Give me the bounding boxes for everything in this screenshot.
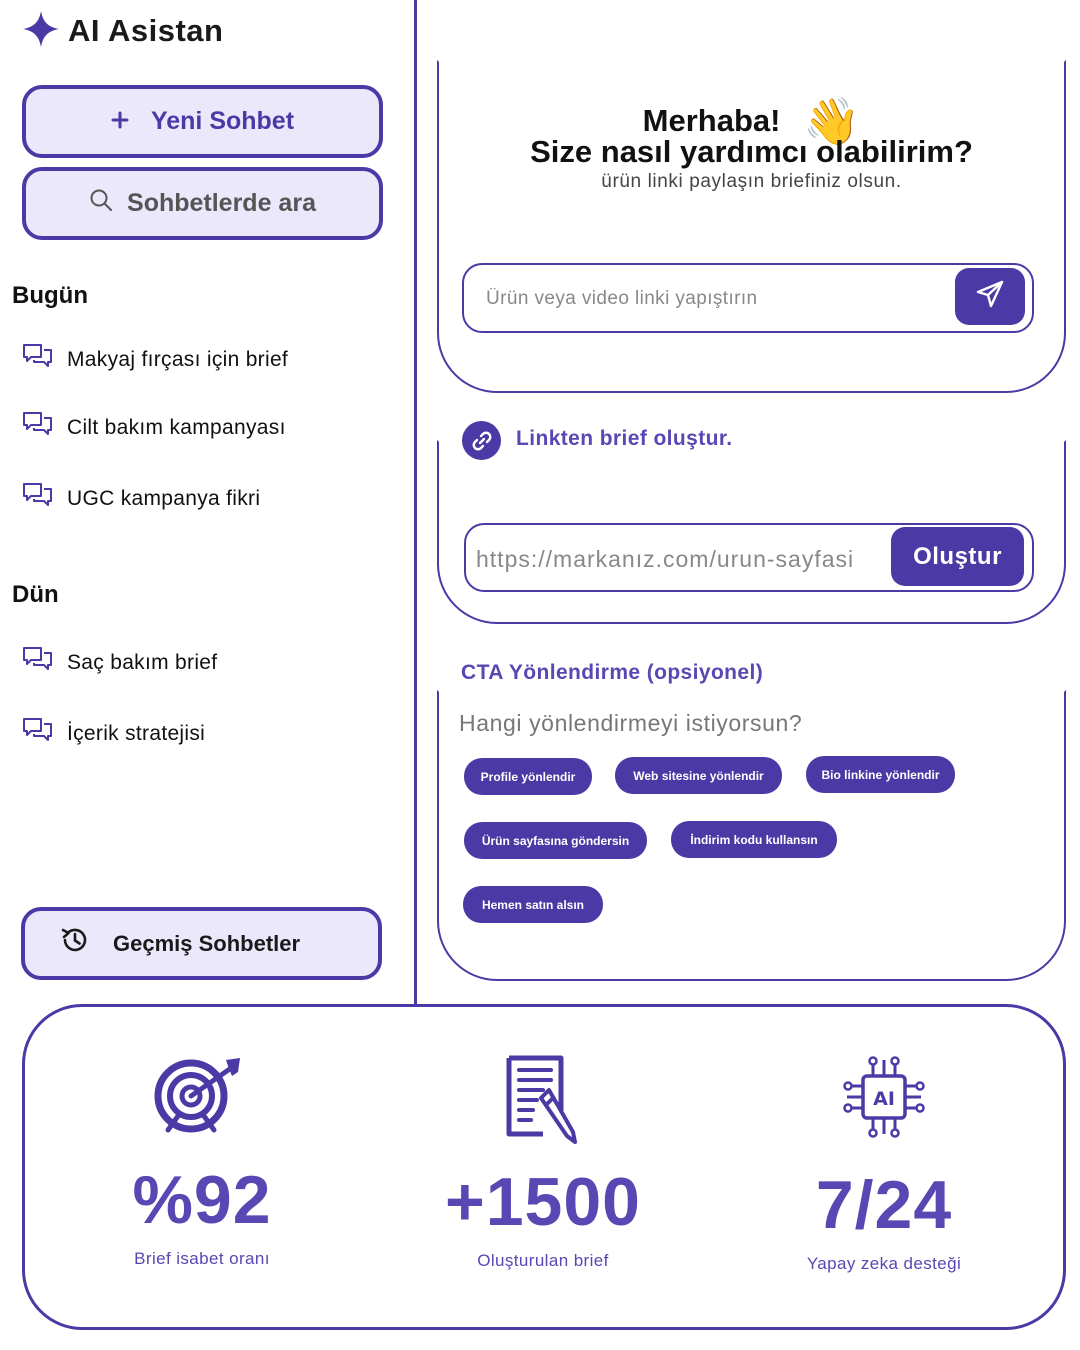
brief-from-link-title: Linkten brief oluştur. — [516, 427, 733, 450]
chat-item[interactable]: UGC kampanya fikri — [22, 481, 260, 517]
stat-support: AI 7/24 Yapay zeka desteği — [714, 1054, 1054, 1274]
target-icon — [32, 1054, 372, 1140]
plus-icon — [111, 107, 129, 136]
ai-chip-icon: AI — [714, 1054, 1054, 1140]
stat-label: Yapay zeka desteği — [806, 1254, 962, 1273]
url-input[interactable] — [476, 539, 894, 579]
greeting-subtitle: ürün linki paylaşın briefiniz olsun. — [601, 171, 902, 192]
link-icon — [462, 421, 501, 460]
cta-option-profile[interactable]: Profile yönlendir — [464, 758, 592, 795]
chat-item-label: Saç bakım brief — [67, 651, 218, 674]
send-icon — [975, 279, 1005, 314]
send-button[interactable] — [955, 268, 1025, 325]
app-logo: AI Asistan — [22, 10, 223, 52]
document-pen-icon — [373, 1054, 713, 1146]
chat-bubbles-icon — [22, 646, 53, 680]
stat-label: Oluşturulan brief — [477, 1251, 609, 1270]
chat-item-label: Cilt bakım kampanyası — [67, 416, 286, 439]
sparkle-icon — [22, 10, 60, 53]
chat-item-label: İçerik stratejisi — [67, 722, 206, 745]
history-icon — [59, 924, 91, 963]
stat-value: %92 — [132, 1162, 272, 1238]
sidebar-divider — [414, 0, 417, 1004]
chat-item[interactable]: Cilt bakım kampanyası — [22, 410, 286, 446]
section-today-heading: Bugün — [12, 282, 88, 309]
cta-question: Hangi yönlendirmeyi istiyorsun? — [459, 710, 803, 736]
product-link-input[interactable] — [486, 279, 946, 319]
chat-bubbles-icon — [22, 411, 53, 445]
chat-bubbles-icon — [22, 482, 53, 516]
stat-accuracy: %92 Brief isabet oranı — [32, 1054, 372, 1269]
product-link-input-box — [462, 263, 1034, 333]
stat-briefs: +1500 Oluşturulan brief — [373, 1054, 713, 1271]
create-brief-button[interactable]: Oluştur — [891, 527, 1024, 586]
chat-history-button[interactable]: Geçmiş Sohbetler — [21, 907, 382, 980]
chat-item-label: Makyaj fırçası için brief — [67, 348, 289, 371]
section-yesterday-heading: Dün — [12, 581, 59, 608]
new-chat-button[interactable]: Yeni Sohbet — [22, 85, 383, 158]
stat-value: 7/24 — [815, 1167, 953, 1243]
stat-value: +1500 — [445, 1164, 641, 1240]
stat-label: Brief isabet oranı — [134, 1249, 270, 1268]
app-title: AI Asistan — [68, 13, 224, 48]
cta-option-product-page[interactable]: Ürün sayfasına göndersin — [464, 822, 647, 859]
cta-option-website[interactable]: Web sitesine yönlendir — [615, 757, 782, 794]
cta-title: CTA Yönlendirme (opsiyonel) — [461, 661, 764, 684]
search-chats-button[interactable]: Sohbetlerde ara — [22, 167, 383, 240]
chat-history-label: Geçmiş Sohbetler — [113, 930, 301, 956]
search-icon — [89, 188, 113, 219]
chat-item[interactable]: İçerik stratejisi — [22, 716, 205, 752]
search-chats-label: Sohbetlerde ara — [127, 189, 316, 217]
cta-option-discount-code[interactable]: İndirim kodu kullansın — [671, 821, 837, 858]
chat-item[interactable]: Makyaj fırçası için brief — [22, 342, 288, 378]
cta-option-bio-link[interactable]: Bio linkine yönlendir — [806, 756, 955, 793]
new-chat-label: Yeni Sohbet — [150, 107, 295, 135]
greeting-question: Size nasıl yardımcı olabilirim? — [530, 134, 973, 169]
chat-bubbles-icon — [22, 717, 53, 751]
greeting-line1: Merhaba! — [642, 103, 781, 138]
chat-bubbles-icon — [22, 343, 53, 377]
cta-option-buy-now[interactable]: Hemen satın alsın — [463, 886, 603, 923]
chat-item-label: UGC kampanya fikri — [67, 487, 261, 510]
svg-text:AI: AI — [873, 1088, 895, 1110]
chat-item[interactable]: Saç bakım brief — [22, 645, 217, 681]
